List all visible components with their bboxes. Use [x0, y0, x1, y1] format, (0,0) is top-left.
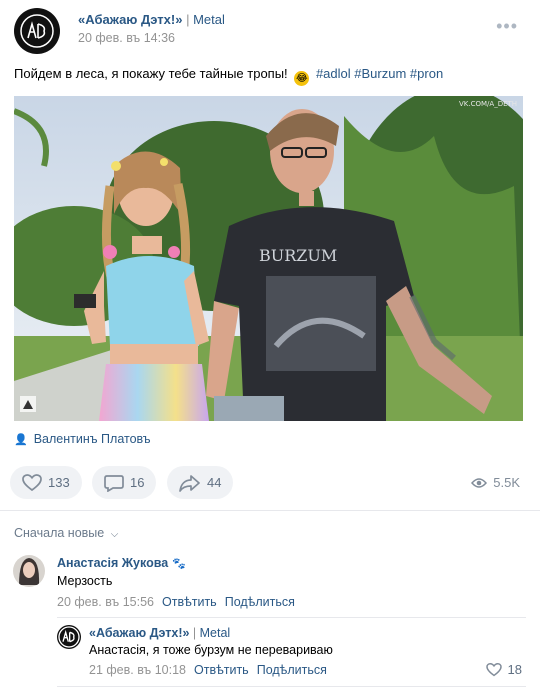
- signer-name: Валентинъ Платовъ: [33, 432, 151, 446]
- reply-link[interactable]: Отвѣтить: [162, 595, 217, 609]
- share-link[interactable]: Подѣлиться: [225, 595, 295, 609]
- share-button[interactable]: 44: [167, 466, 234, 499]
- view-counter: 5.5K: [471, 475, 520, 490]
- sort-label: Сначала новые: [14, 526, 105, 540]
- comment-count: 16: [130, 475, 145, 490]
- comment-author-name: Анастасія Жукова: [57, 556, 169, 570]
- community-logo-icon: [58, 626, 80, 648]
- comments-sort-dropdown[interactable]: Сначала новые ⌵: [14, 526, 118, 540]
- like-count: 133: [48, 475, 70, 490]
- post-photo[interactable]: BURZUM VK.COM/A_DETH: [14, 96, 523, 421]
- post-header: «Абажаю Дэтх!» | Metal 20 фев. въ 14:36 …: [14, 8, 526, 54]
- reply-date[interactable]: 21 фев. въ 10:18: [89, 663, 186, 677]
- post-author: «Абажаю Дэтх!» | Metal: [78, 12, 225, 27]
- community-logo-icon: [20, 14, 54, 48]
- photo-watermark: VK.COM/A_DETH: [459, 100, 517, 108]
- post-text-main: Пойдем в леса, я покажу тебе тайные троп…: [14, 66, 288, 81]
- person-icon: 👤: [14, 434, 28, 446]
- reply-author-avatar[interactable]: [57, 625, 81, 649]
- chevron-down-icon: ⌵: [110, 529, 119, 540]
- more-options-icon[interactable]: •••: [496, 16, 518, 37]
- post-signer[interactable]: 👤 Валентинъ Платовъ: [14, 432, 151, 446]
- reply-author-name-link[interactable]: «Абажаю Дэтх!»: [89, 626, 189, 640]
- comment-meta: 20 фев. въ 15:56 Отвѣтить Подѣлиться: [57, 595, 295, 609]
- reply-category-link[interactable]: Metal: [200, 626, 231, 640]
- like-button[interactable]: 133: [10, 466, 82, 499]
- post-text: Пойдем в леса, я покажу тебе тайные троп…: [14, 66, 443, 86]
- post-actions: 133 16 44 5.5K: [10, 466, 526, 500]
- comment-date[interactable]: 20 фев. въ 15:56: [57, 595, 154, 609]
- post-date[interactable]: 20 фев. въ 14:36: [78, 31, 175, 45]
- burzum-shirt-text: BURZUM: [259, 246, 337, 265]
- share-count: 44: [207, 475, 222, 490]
- comment-author-link[interactable]: Анастасія Жукова 🐾: [57, 556, 186, 570]
- paw-icon: 🐾: [172, 558, 186, 570]
- heart-icon: [22, 473, 42, 491]
- bottom-divider: [57, 686, 526, 687]
- hashtag-adlol[interactable]: #adlol: [316, 66, 351, 81]
- reply-like-button[interactable]: 18: [485, 662, 522, 677]
- hashtag-burzum[interactable]: #Burzum: [354, 66, 406, 81]
- share-link[interactable]: Подѣлиться: [257, 663, 327, 677]
- comment-text: Мерзость: [57, 574, 113, 588]
- rofl-emoji-icon: 😂: [294, 71, 310, 86]
- channel-logo-icon: [20, 396, 36, 412]
- heart-icon: [485, 662, 502, 676]
- reply-author-separator: |: [189, 626, 200, 640]
- reply-like-count: 18: [507, 662, 522, 677]
- author-separator: |: [182, 12, 194, 27]
- eye-icon: [471, 477, 488, 488]
- hashtag-pron[interactable]: #pron: [410, 66, 443, 81]
- comment-divider: [57, 617, 526, 618]
- reply-text: Анастасія, я тоже бурзум не перевариваю: [89, 643, 333, 657]
- author-name-link[interactable]: «Абажаю Дэтх!»: [78, 12, 182, 27]
- reply-link[interactable]: Отвѣтить: [194, 663, 249, 677]
- reply-author: «Абажаю Дэтх!» | Metal: [89, 626, 230, 640]
- actions-divider: [0, 510, 540, 511]
- category-link[interactable]: Metal: [193, 12, 225, 27]
- share-arrow-icon: [179, 474, 200, 492]
- commenter-avatar[interactable]: [13, 555, 45, 587]
- wall-post: «Абажаю Дэтх!» | Metal 20 фев. въ 14:36 …: [0, 0, 540, 692]
- reply-meta: 21 фев. въ 10:18 Отвѣтить Подѣлиться: [89, 663, 327, 677]
- community-avatar[interactable]: [14, 8, 60, 54]
- view-count: 5.5K: [493, 475, 520, 490]
- comment-icon: [104, 474, 124, 492]
- comment-button[interactable]: 16: [92, 466, 157, 499]
